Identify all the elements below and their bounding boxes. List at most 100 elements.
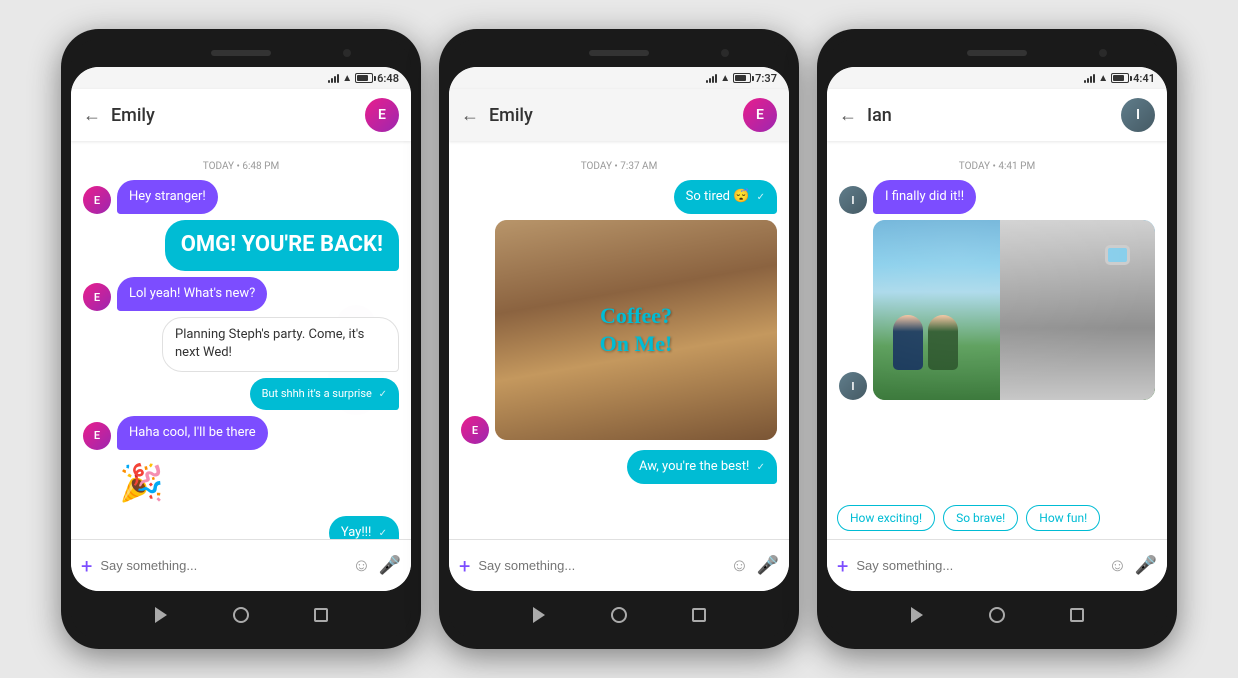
msg-row: OMG! YOU'RE BACK! — [83, 220, 399, 271]
phone-3: ▲ 4:41 ← Ian I T — [817, 29, 1177, 649]
msg-avatar-ian: I — [839, 186, 867, 214]
signal-bar — [1084, 80, 1086, 83]
mic-button-2[interactable]: 🎤 — [757, 555, 779, 576]
nav-recent-3[interactable] — [1067, 605, 1087, 625]
signal-bar — [715, 74, 717, 83]
time-1: 6:48 — [377, 72, 399, 85]
time-3: 4:41 — [1133, 72, 1155, 85]
phone-3-inner: ▲ 4:41 ← Ian I T — [827, 67, 1167, 591]
phone-3-bottom — [827, 591, 1167, 639]
app-header-3: ← Ian I — [827, 89, 1167, 141]
input-bar-3: + ☺ 🎤 — [827, 539, 1167, 591]
message-input-2[interactable] — [478, 558, 722, 573]
phone-1-top — [71, 39, 411, 67]
nav-back-1[interactable] — [151, 605, 171, 625]
status-bar-3: ▲ 4:41 — [827, 67, 1167, 89]
phone-2-top — [449, 39, 789, 67]
msg-avatar: E — [83, 186, 111, 214]
input-bar-1: + ☺ 🎤 — [71, 539, 411, 591]
back-button-3[interactable]: ← — [839, 105, 857, 126]
signal-bar — [331, 78, 333, 83]
time-2: 7:37 — [755, 72, 777, 85]
status-bar-1: ▲ 6:48 — [71, 67, 411, 89]
bubble-sent: So tired 😴 ✓ — [674, 180, 777, 214]
avatar-3[interactable]: I — [1121, 98, 1155, 132]
smart-reply-2[interactable]: So brave! — [943, 505, 1018, 531]
signal-bar — [1093, 74, 1095, 83]
camera-dot-1 — [343, 49, 351, 57]
avatar-2[interactable]: E — [743, 98, 777, 132]
nav-home-2[interactable] — [609, 605, 629, 625]
signal-bar — [334, 76, 336, 83]
back-button-1[interactable]: ← — [83, 105, 101, 126]
emoji-button-3[interactable]: ☺ — [1108, 555, 1126, 576]
message-input-1[interactable] — [100, 558, 344, 573]
phone-2-bottom — [449, 591, 789, 639]
emoji-button-2[interactable]: ☺ — [730, 555, 748, 576]
message-input-3[interactable] — [856, 558, 1100, 573]
chat-area-1[interactable]: TODAY • 6:48 PM E Hey stranger! OMG! YOU… — [71, 141, 411, 539]
msg-row: But shhh it's a surprise ✓ — [83, 378, 399, 410]
battery-1 — [355, 73, 373, 83]
phone-3-top — [827, 39, 1167, 67]
mic-button-3[interactable]: 🎤 — [1135, 555, 1157, 576]
msg-row: So tired 😴 ✓ — [461, 180, 777, 214]
wifi-icon-3: ▲ — [1098, 73, 1108, 84]
camera-dot-2 — [721, 49, 729, 57]
battery-2 — [733, 73, 751, 83]
smart-reply-1[interactable]: How exciting! — [837, 505, 935, 531]
nav-recent-2[interactable] — [689, 605, 709, 625]
nav-home-3[interactable] — [987, 605, 1007, 625]
wifi-icon-2: ▲ — [720, 73, 730, 84]
msg-avatar: E — [83, 283, 111, 311]
msg-row: 🎉 — [83, 456, 399, 510]
chat-area-2[interactable]: TODAY • 7:37 AM So tired 😴 ✓ E — [449, 141, 789, 539]
nav-home-1[interactable] — [231, 605, 251, 625]
plus-button-1[interactable]: + — [81, 554, 92, 578]
signal-bar — [328, 80, 330, 83]
skydive-photo — [873, 220, 1155, 400]
msg-avatar: E — [83, 422, 111, 450]
bubble-sent-best: Aw, you're the best! ✓ — [627, 450, 777, 484]
check-icon: ✓ — [379, 528, 387, 539]
phone-1-inner: ▲ 6:48 ← Emily E — [71, 67, 411, 591]
back-button-2[interactable]: ← — [461, 105, 479, 126]
msg-row-skydive: I — [839, 220, 1155, 400]
input-bar-2: + ☺ 🎤 — [449, 539, 789, 591]
bubble-received: Haha cool, I'll be there — [117, 416, 268, 450]
photo-container: Coffee?On Me! — [495, 220, 777, 444]
speaker-3 — [967, 50, 1027, 56]
bubble-received-ian: I finally did it!! — [873, 180, 976, 214]
check-icon: ✓ — [757, 462, 765, 473]
phone-1: ▲ 6:48 ← Emily E — [61, 29, 421, 649]
contact-name-2: Emily — [489, 105, 743, 126]
speaker-1 — [211, 50, 271, 56]
lens-overlay — [873, 220, 1155, 400]
chat-area-3[interactable]: TODAY • 4:41 PM I I finally did it!! I — [827, 141, 1167, 497]
app-header-1: ← Emily E — [71, 89, 411, 141]
emoji-button-1[interactable]: ☺ — [352, 555, 370, 576]
bubble-received: Hey stranger! — [117, 180, 218, 214]
plus-button-2[interactable]: + — [459, 554, 470, 578]
msg-row: I I finally did it!! — [839, 180, 1155, 214]
coffee-photo: Coffee?On Me! — [495, 220, 777, 440]
app-header-2: ← Emily E — [449, 89, 789, 141]
date-label-3: TODAY • 4:41 PM — [839, 161, 1155, 172]
nav-back-3[interactable] — [907, 605, 927, 625]
mic-button-1[interactable]: 🎤 — [379, 555, 401, 576]
smart-reply-3[interactable]: How fun! — [1026, 505, 1100, 531]
nav-recent-1[interactable] — [311, 605, 331, 625]
phone-2: ▲ 7:37 ← Emily E — [439, 29, 799, 649]
wifi-icon-1: ▲ — [342, 73, 352, 84]
avatar-1[interactable]: E — [365, 98, 399, 132]
signal-bar — [709, 78, 711, 83]
msg-row: Planning Steph's party. Come, it's next … — [83, 317, 399, 371]
signal-bar — [337, 74, 339, 83]
status-icons-3: ▲ — [1084, 73, 1129, 84]
camera-dot-3 — [1099, 49, 1107, 57]
nav-back-2[interactable] — [529, 605, 549, 625]
check-icon: ✓ — [757, 192, 765, 203]
skydive-container — [873, 220, 1155, 400]
msg-row-photo: E Coffee?On Me! — [461, 220, 777, 444]
plus-button-3[interactable]: + — [837, 554, 848, 578]
